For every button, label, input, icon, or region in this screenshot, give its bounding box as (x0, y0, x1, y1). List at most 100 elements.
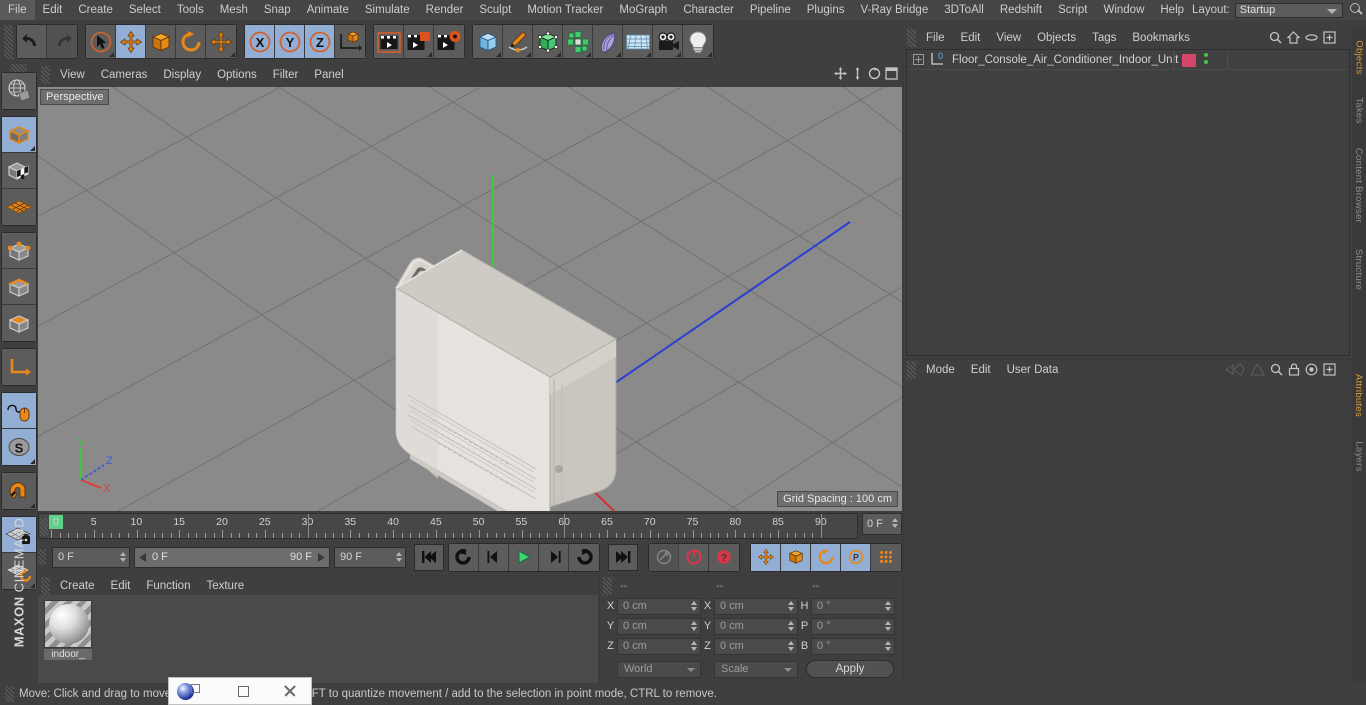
apply-button[interactable]: Apply (806, 660, 894, 678)
home-icon[interactable] (1287, 31, 1300, 44)
floating-mini-window[interactable] (168, 677, 312, 705)
lock-icon[interactable] (1288, 363, 1300, 376)
tab-layers[interactable]: Layers (1352, 432, 1366, 480)
left-toolbar-grip[interactable] (11, 64, 27, 72)
size-x-field[interactable]: 0 cm (714, 597, 798, 615)
add-environment-button[interactable] (623, 25, 653, 58)
point-level-animation-toggle[interactable] (871, 543, 901, 571)
redo-button[interactable] (47, 25, 77, 58)
material-menu-function[interactable]: Function (138, 580, 198, 592)
menu-item-window[interactable]: Window (1095, 0, 1152, 20)
object-menu-bookmarks[interactable]: Bookmarks (1124, 32, 1198, 44)
render-settings-button[interactable] (434, 25, 464, 58)
timeline-grip[interactable] (40, 518, 48, 536)
pos-x-field[interactable]: 0 cm (617, 597, 701, 615)
pos-z-field[interactable]: 0 cm (617, 637, 701, 655)
plus-box-icon[interactable] (1323, 31, 1336, 44)
add-light-button[interactable] (683, 25, 713, 58)
spinner-icon[interactable] (691, 620, 698, 635)
menu-item-animate[interactable]: Animate (299, 0, 357, 20)
viewport-menu-cameras[interactable]: Cameras (93, 69, 156, 81)
coordinates-grip[interactable] (603, 576, 612, 595)
menu-item-script[interactable]: Script (1050, 0, 1095, 20)
go-to-end-button[interactable] (608, 543, 638, 571)
viewport-menu-options[interactable]: Options (209, 69, 265, 81)
menu-item-mograph[interactable]: MoGraph (611, 0, 675, 20)
model-mode-button[interactable] (2, 117, 36, 153)
rot-h-field[interactable]: 0 ° (811, 597, 895, 615)
add-camera-button[interactable] (653, 25, 683, 58)
menu-item-tools[interactable]: Tools (169, 0, 212, 20)
add-array-button[interactable] (563, 25, 593, 58)
material-manager-grip[interactable] (41, 576, 50, 595)
timeline-ruler[interactable]: 051015202530354045505560657075808590 (38, 513, 858, 539)
keyframe-selection-button[interactable]: ? (709, 543, 739, 571)
texture-mode-button[interactable] (2, 153, 36, 189)
target-icon[interactable] (1305, 363, 1318, 376)
viewport-menu-filter[interactable]: Filter (265, 69, 307, 81)
menu-item-create[interactable]: Create (70, 0, 121, 20)
scale-key-toggle[interactable] (781, 543, 811, 571)
lock-z-axis-button[interactable]: Z (305, 25, 335, 58)
rot-b-field[interactable]: 0 ° (811, 637, 895, 655)
close-icon[interactable] (283, 684, 297, 698)
tab-objects[interactable]: Objects (1352, 30, 1366, 84)
menu-item-vray-bridge[interactable]: V-Ray Bridge (852, 0, 936, 20)
search-icon[interactable] (1270, 363, 1283, 376)
autokeying-button[interactable] (679, 543, 709, 571)
play-backwards-button[interactable] (449, 543, 479, 571)
undo-button[interactable] (17, 25, 47, 58)
viewport-menu-view[interactable]: View (52, 69, 93, 81)
menu-item-mesh[interactable]: Mesh (212, 0, 256, 20)
rotate-icon[interactable] (868, 67, 881, 80)
step-back-button[interactable] (479, 543, 509, 571)
ellipse-icon[interactable] (1305, 31, 1318, 44)
menu-item-file[interactable]: File (0, 0, 35, 20)
current-frame-field-right[interactable]: 0 F (862, 513, 902, 535)
range-right-arrow-icon[interactable] (316, 552, 325, 562)
spinner-icon[interactable] (788, 600, 795, 615)
spinner-icon[interactable] (788, 620, 795, 635)
layout-select[interactable]: Startup (1234, 2, 1344, 18)
step-forward-button[interactable] (539, 543, 569, 571)
viewport-canvas[interactable]: Perspective Grid Spacing : 100 cm Y Z X (38, 87, 902, 511)
parameter-key-toggle[interactable]: P (841, 543, 871, 571)
timeline-controls-grip[interactable] (38, 549, 46, 565)
material-item[interactable]: indoor_ (44, 600, 92, 660)
polygons-mode-button[interactable] (2, 305, 36, 341)
menu-item-render[interactable]: Render (418, 0, 472, 20)
record-active-objects-button[interactable] (649, 543, 679, 571)
menu-item-sculpt[interactable]: Sculpt (471, 0, 519, 20)
maximize-icon[interactable] (885, 67, 898, 80)
viewport-menu-panel[interactable]: Panel (306, 69, 351, 81)
lock-x-axis-button[interactable]: X (245, 25, 275, 58)
prev-icon[interactable] (1225, 363, 1245, 376)
material-manager-body[interactable]: indoor_ (38, 595, 598, 683)
menu-item-simulate[interactable]: Simulate (357, 0, 418, 20)
enable-snap-button[interactable] (2, 473, 36, 509)
toolbar-grip[interactable] (4, 24, 13, 59)
lock-y-axis-button[interactable]: Y (275, 25, 305, 58)
viewport-menu-display[interactable]: Display (155, 69, 209, 81)
status-bar-grip[interactable] (5, 686, 14, 702)
menu-item-character[interactable]: Character (675, 0, 742, 20)
spinner-icon[interactable] (691, 600, 698, 615)
add-spline-button[interactable] (503, 25, 533, 58)
spinner-icon[interactable] (691, 640, 698, 655)
restore-icon[interactable] (191, 684, 200, 693)
menu-item-pipeline[interactable]: Pipeline (742, 0, 799, 20)
preview-range-bar[interactable]: 0 F 90 F (134, 546, 330, 568)
go-to-start-button[interactable] (414, 543, 444, 571)
rotation-key-toggle[interactable] (811, 543, 841, 571)
tab-structure[interactable]: Structure (1352, 238, 1366, 300)
move-tool[interactable] (116, 25, 146, 58)
scale-tool[interactable] (146, 25, 176, 58)
dynamic-place-tool[interactable] (206, 25, 236, 58)
next-icon[interactable] (1250, 363, 1265, 376)
rotate-tool[interactable] (176, 25, 206, 58)
material-thumbnail[interactable] (44, 600, 92, 648)
add-deformer-button[interactable] (593, 25, 623, 58)
spinner-icon[interactable] (885, 620, 892, 635)
size-y-field[interactable]: 0 cm (714, 617, 798, 635)
visibility-dots-icon[interactable] (1204, 53, 1208, 67)
